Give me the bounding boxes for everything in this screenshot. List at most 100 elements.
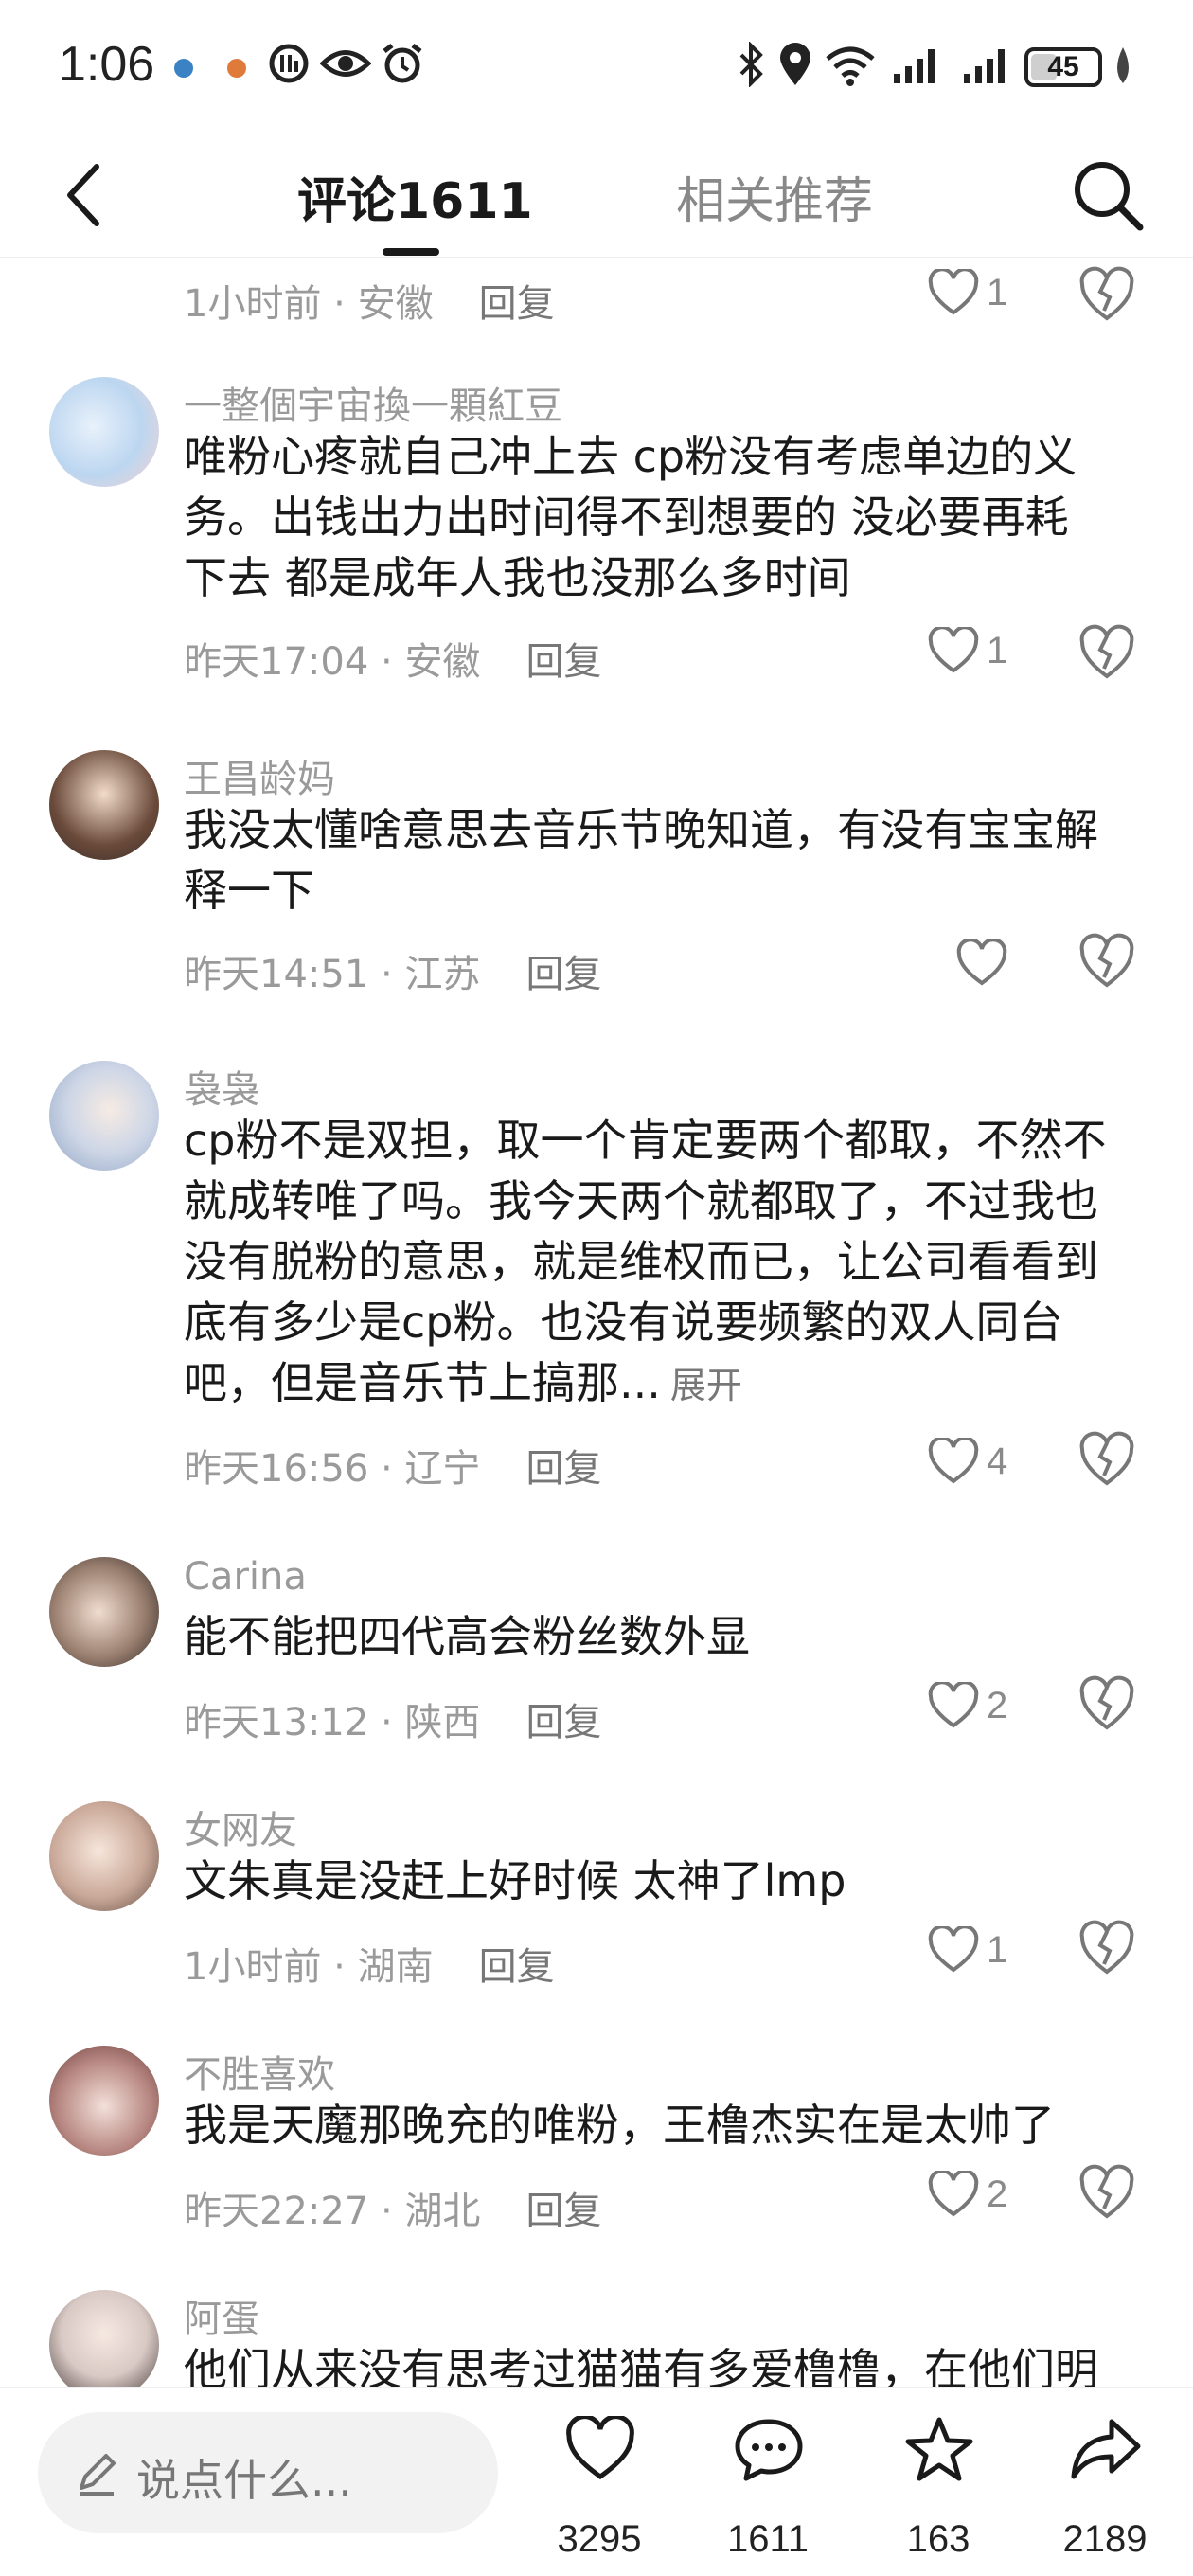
- comment-line: 吧，但是音乐节上搞那... 展开: [184, 1352, 1149, 1416]
- comment-location: 江苏: [404, 953, 481, 996]
- reply-button[interactable]: 回复: [479, 282, 555, 326]
- comment-input[interactable]: 说点什么...: [38, 2412, 498, 2533]
- comment-meta: 昨天14:51 · 江苏 回复: [184, 953, 602, 996]
- comment-location: 安徽: [357, 282, 434, 326]
- share-count: 2189: [1062, 2518, 1148, 2560]
- comment-count: 1611: [726, 2518, 809, 2560]
- comment-location: 湖北: [404, 2190, 481, 2233]
- broken-heart-icon[interactable]: [1077, 617, 1136, 684]
- comment-username[interactable]: 女网友: [184, 1799, 297, 1854]
- comment-text: 唯粉心疼就自己冲上去 cp粉没有考虑单边的义 务。出钱出力出时间得不到想要的 没…: [184, 426, 1149, 608]
- comment-line: 我没太懂啥意思去音乐节晚知道，有没有宝宝解: [184, 804, 1098, 855]
- comment-username[interactable]: 袅袅: [184, 1059, 259, 1114]
- comment-line-text: 吧，但是音乐节上搞那...: [184, 1357, 661, 1408]
- broken-heart-icon[interactable]: [1077, 1424, 1136, 1491]
- comment-like-button[interactable]: [956, 930, 1060, 996]
- location-icon: [780, 43, 810, 85]
- comment-button[interactable]: 1611: [697, 2406, 839, 2567]
- reply-button[interactable]: 回复: [479, 1945, 555, 1989]
- comment-username[interactable]: 一整個宇宙換一顆紅豆: [184, 375, 562, 430]
- alarm-icon: [383, 44, 422, 83]
- favorite-button[interactable]: 163: [867, 2406, 1009, 2567]
- comment-line: 释一下: [184, 865, 314, 916]
- tab-comments[interactable]: 评论1611: [297, 161, 533, 232]
- comment-item: 阿蛋 他们从来没有思考过猫猫有多爱橹橹，在他们明: [0, 2282, 1193, 2387]
- comment-time: 1小时前: [184, 282, 322, 326]
- comments-header: 评论1611 相关推荐: [0, 133, 1193, 258]
- wifi-icon: [826, 46, 875, 86]
- avatar[interactable]: [49, 1061, 159, 1171]
- comment-text: 能不能把四代高会粉丝数外显: [184, 1606, 1149, 1667]
- avatar[interactable]: [49, 377, 159, 487]
- comment-text: cp粉不是双担，取一个肯定要两个都取，不然不 就成转唯了吗。我今天两个就都取了，…: [184, 1110, 1149, 1416]
- avatar[interactable]: [49, 1801, 159, 1911]
- broken-heart-icon[interactable]: [1077, 1669, 1136, 1735]
- comment-username[interactable]: 不胜喜欢: [184, 2044, 335, 2099]
- comment-time: 昨天22:27: [184, 2190, 369, 2233]
- comment-text: 我没太懂啥意思去音乐节晚知道，有没有宝宝解 释一下: [184, 799, 1149, 921]
- comment-username[interactable]: 王昌龄妈: [184, 748, 335, 803]
- comment-line: 务。出钱出力出时间得不到想要的 没必要再耗: [184, 492, 1069, 543]
- reply-button[interactable]: 回复: [525, 1701, 601, 1744]
- comment-meta: 1小时前 · 安徽 回复: [184, 282, 555, 326]
- expand-button[interactable]: 展开: [670, 1365, 742, 1406]
- comment-time: 昨天16:56: [184, 1447, 369, 1491]
- like-count: 3295: [557, 2518, 642, 2560]
- comment-text: 文朱真是没赶上好时候 太神了lmp: [184, 1851, 1149, 1911]
- comment-text: 他们从来没有思考过猫猫有多爱橹橹，在他们明: [184, 2339, 1149, 2387]
- comment-time: 昨天17:04: [184, 640, 369, 684]
- comment-like-button[interactable]: 1: [928, 1917, 1032, 1983]
- avatar[interactable]: [49, 750, 159, 860]
- comment-text: 我是天魔那晚充的唯粉，王橹杰实在是太帅了: [184, 2095, 1149, 2156]
- reply-button[interactable]: 回复: [525, 640, 601, 684]
- broken-heart-icon[interactable]: [1077, 1913, 1136, 1979]
- star-icon: [905, 2417, 973, 2481]
- comment-list[interactable]: 1小时前 · 安徽 回复 1 一整個宇宙換一顆紅豆 唯粉心疼就自己冲上去 cp粉没…: [0, 258, 1193, 2387]
- search-icon[interactable]: [1068, 155, 1148, 235]
- like-button[interactable]: 3295: [528, 2406, 670, 2567]
- like-count: 1: [987, 629, 1008, 671]
- reply-button[interactable]: 回复: [525, 953, 601, 996]
- comment-meta: 1小时前 · 湖南 回复: [184, 1945, 555, 1989]
- signal-icon: [894, 49, 935, 83]
- comment-like-button[interactable]: 2: [928, 1673, 1032, 1739]
- comment-location: 陕西: [404, 1701, 481, 1744]
- chat-bubble-icon: [735, 2419, 803, 2481]
- broken-heart-icon[interactable]: [1077, 259, 1136, 326]
- heart-icon: [928, 1438, 979, 1484]
- heart-icon: [928, 627, 979, 673]
- broken-heart-icon[interactable]: [1077, 926, 1136, 993]
- comment-username[interactable]: Carina: [184, 1555, 307, 1599]
- broken-heart-icon[interactable]: [1077, 2157, 1136, 2224]
- back-arrow-icon[interactable]: [55, 157, 112, 233]
- avatar[interactable]: [49, 2046, 159, 2156]
- comment-line: cp粉不是双担，取一个肯定要两个都取，不然不: [184, 1115, 1107, 1166]
- like-count: 2: [987, 2173, 1008, 2215]
- comment-like-button[interactable]: 2: [928, 2161, 1032, 2227]
- comment-username[interactable]: 阿蛋: [184, 2288, 259, 2343]
- share-arrow-icon: [1071, 2419, 1141, 2479]
- battery-indicator: 45: [1024, 47, 1102, 87]
- heart-icon: [928, 2171, 979, 2217]
- heart-icon: [928, 1926, 979, 1973]
- comment-line: 下去 都是成年人我也没那么多时间: [184, 552, 851, 603]
- avatar[interactable]: [49, 2290, 159, 2387]
- notification-dot-icon: [227, 59, 246, 78]
- avatar[interactable]: [49, 1557, 159, 1667]
- comment-like-button[interactable]: 1: [928, 259, 1032, 326]
- comment-time: 1小时前: [184, 1945, 322, 1989]
- comment-meta: 昨天16:56 · 辽宁 回复: [184, 1447, 602, 1491]
- reply-button[interactable]: 回复: [525, 2190, 601, 2233]
- comment-meta: 昨天13:12 · 陕西 回复: [184, 1701, 602, 1744]
- like-count: 1: [987, 271, 1008, 313]
- comment-like-button[interactable]: 4: [928, 1428, 1032, 1494]
- comment-like-button[interactable]: 1: [928, 617, 1032, 684]
- share-button[interactable]: 2189: [1034, 2406, 1176, 2567]
- tab-related[interactable]: 相关推荐: [676, 161, 873, 232]
- comment-line: 底有多少是cp粉。也没有说要频繁的双人同台: [184, 1297, 1063, 1348]
- heart-icon: [928, 269, 979, 315]
- comment-input-placeholder: 说点什么...: [136, 2455, 352, 2506]
- reply-button[interactable]: 回复: [525, 1447, 601, 1491]
- comment-line: 他们从来没有思考过猫猫有多爱橹橹，在他们明: [184, 2344, 1098, 2387]
- heart-icon: [956, 939, 1007, 986]
